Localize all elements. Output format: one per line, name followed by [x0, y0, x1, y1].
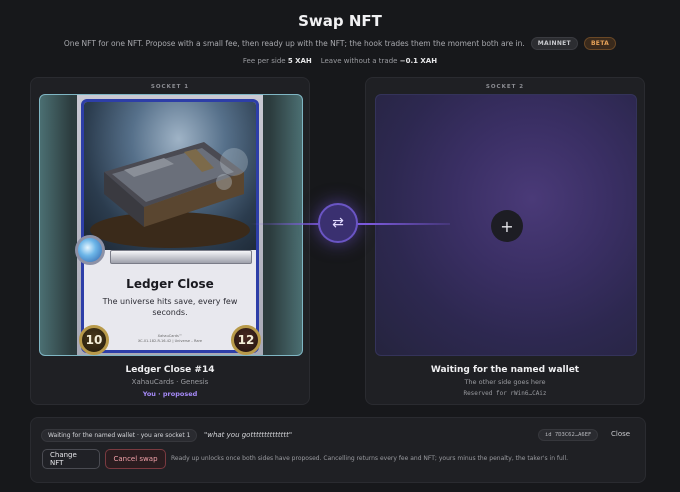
swap-message: "what you gotttttttttttttt": [204, 431, 293, 439]
change-nft-button[interactable]: Change NFT: [42, 449, 100, 469]
book-artwork-icon: [90, 142, 250, 248]
subtitle-text: One NFT for one NFT. Propose with a smal…: [63, 39, 525, 48]
swap-arrows-icon[interactable]: ⇄: [318, 203, 358, 243]
cancel-swap-button[interactable]: Cancel swap: [105, 449, 166, 469]
hint-text: Ready up unlocks once both sides have pr…: [171, 455, 569, 462]
fee-value: 5 XAH: [287, 57, 312, 65]
waiting-title: Waiting for the named wallet: [430, 365, 580, 375]
network-badge: MAINNET: [530, 37, 578, 50]
reserved-wallet: Reserved for rWin6…CAiz: [463, 390, 547, 397]
socket-1-slot[interactable]: Ledger Close The universe hits save, eve…: [39, 94, 303, 356]
card-artwork: [84, 102, 256, 250]
add-icon[interactable]: +: [491, 210, 523, 242]
socket-1-panel: SOCKET 1 Ledger Close The universe hits …: [30, 77, 310, 405]
socket-1-label: SOCKET 1: [150, 84, 190, 90]
fee-info: Fee per side 5 XAH Leave without a trade…: [0, 57, 680, 65]
beta-badge: BETA: [583, 37, 617, 50]
nft-collection: XahauCards · Genesis: [131, 378, 209, 386]
fee-label: Fee per side: [242, 57, 286, 65]
gem-icon: [75, 235, 105, 265]
card-frame: Ledger Close The universe hits save, eve…: [81, 99, 259, 353]
attack-stat: 10: [79, 325, 109, 355]
nft-card[interactable]: Ledger Close The universe hits save, eve…: [75, 95, 263, 355]
swap-id: id 7D3C62…A6EF: [538, 429, 599, 441]
status-bar: Waiting for the named wallet · you are s…: [30, 417, 646, 483]
page-title: Swap NFT: [298, 12, 382, 30]
health-stat: 12: [231, 325, 261, 355]
close-button[interactable]: Close: [611, 430, 630, 438]
card-name: Ledger Close: [126, 277, 214, 291]
leave-value: −0.1 XAH: [399, 57, 438, 65]
socket-2-label: SOCKET 2: [485, 84, 525, 90]
nft-title: Ledger Close #14: [125, 365, 215, 375]
nft-status: You · proposed: [142, 390, 198, 398]
card-title-bar: [110, 250, 252, 264]
page-subtitle: One NFT for one NFT. Propose with a smal…: [0, 37, 680, 50]
status-badge: Waiting for the named wallet · you are s…: [41, 429, 198, 442]
waiting-subtitle: The other side goes here: [464, 378, 546, 386]
card-description: The universe hits save, every few second…: [102, 297, 238, 317]
socket-2-panel: SOCKET 2 + Waiting for the named wallet …: [365, 77, 645, 405]
leave-label: Leave without a trade: [320, 57, 398, 65]
socket-2-slot[interactable]: +: [375, 94, 637, 356]
